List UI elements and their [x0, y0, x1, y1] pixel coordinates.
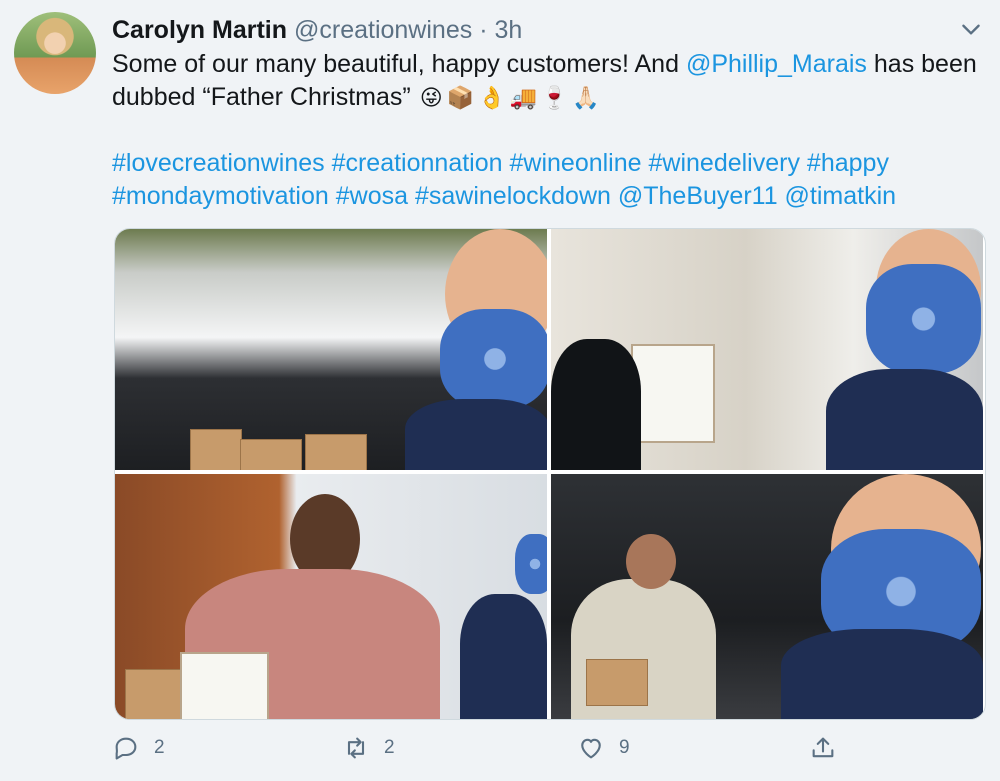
jacket [826, 369, 983, 470]
retweet-icon [347, 737, 365, 759]
hashtag-link[interactable]: #wosa [336, 182, 408, 210]
tweet-text: Some of our many beautiful, happy custom… [112, 48, 982, 213]
mention-link[interactable]: @TheBuyer11 [618, 182, 778, 210]
tweet-actions: 2 2 9 [112, 734, 982, 774]
wine-box [190, 429, 242, 470]
tweet-photo[interactable] [551, 229, 983, 470]
hashtags: #lovecreationwines #creationnation #wine… [112, 147, 982, 213]
person-face [626, 534, 676, 589]
wine-box [586, 659, 648, 706]
author-handle[interactable]: @creationwines [294, 16, 472, 44]
heart-icon [581, 738, 601, 759]
document [180, 652, 269, 719]
jacket [781, 629, 983, 719]
hashtag-link[interactable]: #sawinelockdown [415, 182, 611, 210]
folded-hands-emoji-icon: 🙏🏻 [572, 85, 600, 110]
jacket [460, 594, 547, 719]
tweet-header: Carolyn Martin @creationwines · 3h [112, 14, 522, 46]
share-icon [812, 737, 834, 758]
separator-dot: · [479, 16, 488, 44]
retweet-button[interactable]: 2 [342, 734, 395, 762]
ok-hand-emoji-icon: 👌 [478, 85, 506, 110]
delivery-truck-emoji-icon: 🚚 [509, 85, 537, 110]
photo-grid [114, 228, 986, 720]
hashtag-link[interactable]: #happy [807, 149, 889, 177]
tweet-photo[interactable] [115, 474, 547, 719]
reply-button[interactable]: 2 [112, 734, 165, 762]
mention-link[interactable]: @Phillip_Marais [686, 50, 867, 78]
retweet-count: 2 [384, 737, 395, 758]
author-name[interactable]: Carolyn Martin [112, 16, 287, 44]
jacket [551, 339, 641, 470]
tweet-photo[interactable] [551, 474, 983, 719]
reply-icon [115, 737, 137, 760]
hashtag-link[interactable]: #mondaymotivation [112, 182, 329, 210]
like-button[interactable]: 9 [577, 734, 630, 762]
avatar[interactable] [14, 12, 96, 94]
jacket [405, 399, 547, 470]
share-button[interactable] [809, 734, 837, 762]
face-mask [515, 534, 547, 594]
chevron-down-icon[interactable] [958, 16, 984, 42]
wine-box [240, 439, 302, 470]
hashtag-link[interactable]: #lovecreationwines [112, 149, 325, 177]
mention-link[interactable]: @timatkin [785, 182, 897, 210]
tweet-photo[interactable] [115, 229, 547, 470]
winking-tongue-emoji-icon: 😜 [419, 85, 443, 110]
hashtag-link[interactable]: #creationnation [332, 149, 503, 177]
tweet-text-part1: Some of our many beautiful, happy custom… [112, 50, 686, 78]
hashtag-link[interactable]: #winedelivery [649, 149, 800, 177]
hashtag-link[interactable]: #wineonline [510, 149, 642, 177]
reply-count: 2 [154, 737, 165, 758]
wine-glass-emoji-icon: 🍷 [540, 85, 569, 110]
document [631, 344, 715, 443]
like-count: 9 [619, 737, 630, 758]
face-mask [440, 309, 547, 409]
package-emoji-icon: 📦 [446, 85, 475, 110]
face-mask [866, 264, 981, 374]
wine-box [305, 434, 367, 470]
tweet-time[interactable]: 3h [494, 16, 522, 44]
